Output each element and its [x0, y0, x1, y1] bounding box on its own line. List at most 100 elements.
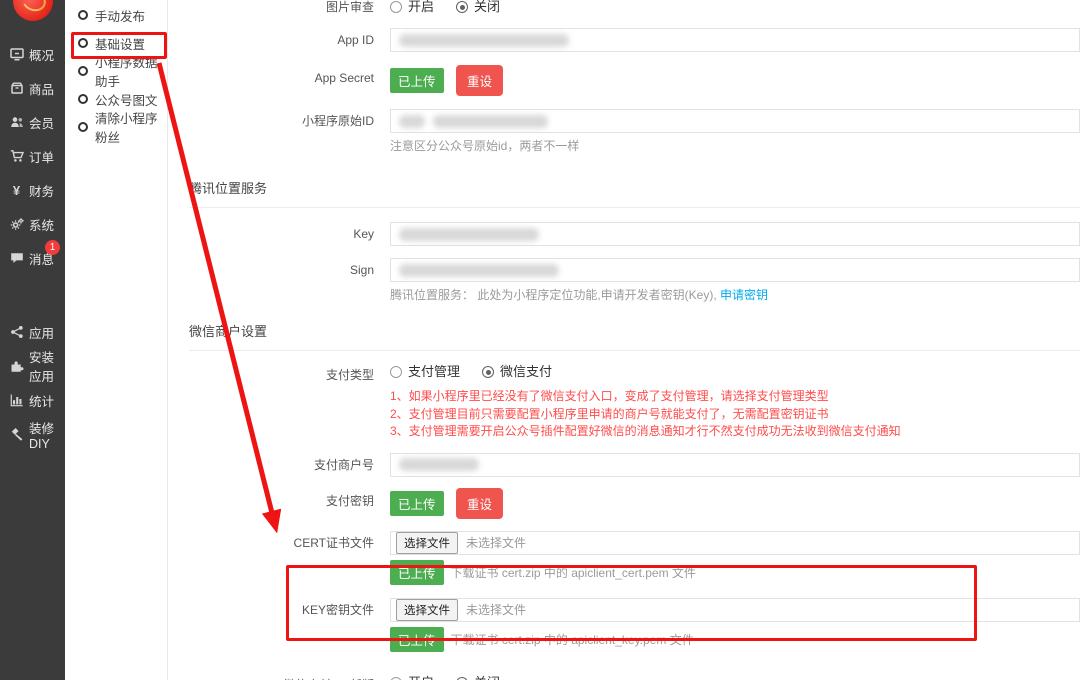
submenu-item-label: 小程序数据助手 [95, 52, 167, 90]
sidebar-item-system[interactable]: 系统 [0, 207, 65, 241]
row-cert-file: CERT证书文件 选择文件 未选择文件 已上传 下载证书 cert.zip 中的… [169, 531, 1080, 585]
puzzle-icon [9, 359, 24, 374]
section-title-tencent-location: 腾讯位置服务 [189, 178, 1080, 208]
chart-icon [9, 393, 24, 408]
merchant-no-input[interactable] [390, 453, 1080, 477]
chat-icon [9, 251, 24, 266]
app-window: 概况 商品 会员 订单 ¥ 财务 [0, 0, 1080, 680]
sidebar-item-label: 概况 [29, 45, 54, 64]
submenu-item-label: 清除小程序粉丝 [95, 108, 167, 146]
sidebar-item-label: 安装应用 [29, 347, 65, 385]
submenu-item-manual-publish[interactable]: 手动发布 [65, 1, 167, 29]
row-merchant-no: 支付商户号 [169, 453, 1080, 477]
radio-ring-icon [78, 122, 88, 132]
pay-type-manage-radio[interactable]: 支付管理 [390, 363, 460, 381]
app-secret-uploaded-button[interactable]: 已上传 [390, 68, 444, 93]
field-label: App Secret [169, 65, 390, 91]
sidebar-item-label: 应用 [29, 323, 54, 342]
image-review-open-radio[interactable]: 开启 [390, 0, 434, 16]
gears-icon [9, 217, 24, 232]
sidebar-item-messages[interactable]: 消息 1 [0, 241, 65, 275]
pay-type-note-1: 1、如果小程序里已经没有了微信支付入口，变成了支付管理，请选择支付管理类型 [390, 388, 1080, 406]
sidebar-item-install-apps[interactable]: 安装应用 [0, 349, 65, 383]
section-title-wechat-merchant: 微信商户设置 [189, 321, 1080, 351]
key-choose-file-button[interactable]: 选择文件 [396, 599, 458, 621]
radio-ring-icon [78, 94, 88, 104]
submenu-item-clear-miniprogram-fans[interactable]: 清除小程序粉丝 [65, 113, 167, 141]
settings-submenu: 手动发布 基础设置 小程序数据助手 公众号图文 清除小程序粉丝 [65, 0, 168, 680]
cert-file-input[interactable]: 选择文件 未选择文件 [390, 531, 1080, 555]
wxpay-v3-open-radio[interactable]: 开启 [390, 674, 434, 680]
radio-ring-icon [78, 10, 88, 20]
cert-uploaded-badge: 已上传 [390, 560, 444, 585]
pay-secret-reset-button[interactable]: 重设 [456, 488, 503, 519]
sidebar-item-statistics[interactable]: 统计 [0, 383, 65, 417]
field-label: Key [169, 222, 390, 246]
cert-file-note: 下载证书 cert.zip 中的 apiclient_cert.pem 文件 [451, 564, 696, 581]
sidebar-item-orders[interactable]: 订单 [0, 139, 65, 173]
yen-icon: ¥ [9, 183, 24, 198]
redacted-value [399, 34, 569, 47]
row-app-id: App ID [169, 28, 1080, 52]
field-label: 小程序原始ID [169, 109, 390, 133]
pay-secret-uploaded-button[interactable]: 已上传 [390, 491, 444, 516]
field-label: 支付商户号 [169, 453, 390, 477]
submenu-item-label: 手动发布 [95, 6, 145, 25]
field-label: 图片审查 [169, 0, 390, 19]
key-uploaded-badge: 已上传 [390, 627, 444, 652]
origin-id-hint: 注意区分公众号原始id，两者不一样 [390, 138, 1080, 154]
key-no-file-text: 未选择文件 [466, 601, 526, 618]
cert-choose-file-button[interactable]: 选择文件 [396, 532, 458, 554]
sidebar-item-goods[interactable]: 商品 [0, 71, 65, 105]
sidebar-item-members[interactable]: 会员 [0, 105, 65, 139]
field-label: Sign [169, 258, 390, 282]
radio-ring-icon [78, 38, 88, 48]
submenu-item-miniprogram-data-helper[interactable]: 小程序数据助手 [65, 57, 167, 85]
app-id-input[interactable] [390, 28, 1080, 52]
app-secret-reset-button[interactable]: 重设 [456, 65, 503, 96]
field-label: 支付密钥 [169, 488, 390, 514]
pay-type-note-3: 3、支付管理需要开启公众号插件配置好微信的消息通知才行不然支付成功无法收到微信支… [390, 423, 1080, 441]
field-label: CERT证书文件 [169, 531, 390, 555]
cart-icon [9, 149, 24, 164]
row-origin-id: 小程序原始ID 注意区分公众号原始id，两者不一样 [169, 109, 1080, 154]
members-icon [9, 115, 24, 130]
row-image-review: 图片审查 开启 关闭 [169, 0, 1080, 19]
submenu-item-label: 基础设置 [95, 34, 145, 53]
sidebar-item-overview[interactable]: 概况 [0, 37, 65, 71]
redacted-value [399, 115, 425, 128]
main-sidebar: 概况 商品 会员 订单 ¥ 财务 [0, 0, 65, 680]
sidebar-item-label: 订单 [29, 147, 54, 166]
sidebar-item-label: 财务 [29, 181, 54, 200]
pay-type-wechat-radio[interactable]: 微信支付 [482, 363, 552, 381]
share-icon [9, 325, 24, 340]
apply-key-link[interactable]: 申请密钥 [720, 288, 768, 302]
redacted-value [399, 458, 479, 471]
sidebar-item-finance[interactable]: ¥ 财务 [0, 173, 65, 207]
field-label: KEY密钥文件 [169, 598, 390, 622]
sidebar-item-decorate-diy[interactable]: 装修DIY [0, 417, 65, 451]
row-pay-type: 支付类型 支付管理 微信支付 1、如果小程序里已经没有了微信支付入口，变成了支付… [169, 363, 1080, 441]
dashboard-icon [9, 47, 24, 62]
location-sign-input[interactable] [390, 258, 1080, 282]
pay-type-note-2: 2、支付管理目前只需要配置小程序里申请的商户号就能支付了，无需配置密钥证书 [390, 406, 1080, 424]
row-sign: Sign 腾讯位置服务： 此处为小程序定位功能,申请开发者密钥(Key), 申请… [169, 258, 1080, 303]
hammer-icon [9, 427, 24, 442]
redacted-value [399, 228, 539, 241]
location-key-input[interactable] [390, 222, 1080, 246]
wxpay-v3-close-radio[interactable]: 关闭 [456, 674, 500, 680]
message-count-badge: 1 [45, 240, 60, 255]
sidebar-item-apps[interactable]: 应用 [0, 315, 65, 349]
goods-icon [9, 81, 24, 96]
row-app-secret: App Secret 已上传 重设 [169, 65, 1080, 96]
cert-no-file-text: 未选择文件 [466, 534, 526, 551]
image-review-close-radio[interactable]: 关闭 [456, 0, 500, 16]
key-file-input[interactable]: 选择文件 未选择文件 [390, 598, 1080, 622]
settings-form: 图片审查 开启 关闭 App ID App Secret 已上传 重设 小程序原… [169, 0, 1080, 680]
sidebar-item-label: 系统 [29, 215, 54, 234]
store-logo[interactable] [13, 0, 53, 21]
field-label: 支付类型 [169, 363, 390, 387]
row-key: Key [169, 222, 1080, 246]
sidebar-item-label: 商品 [29, 79, 54, 98]
origin-id-input[interactable] [390, 109, 1080, 133]
